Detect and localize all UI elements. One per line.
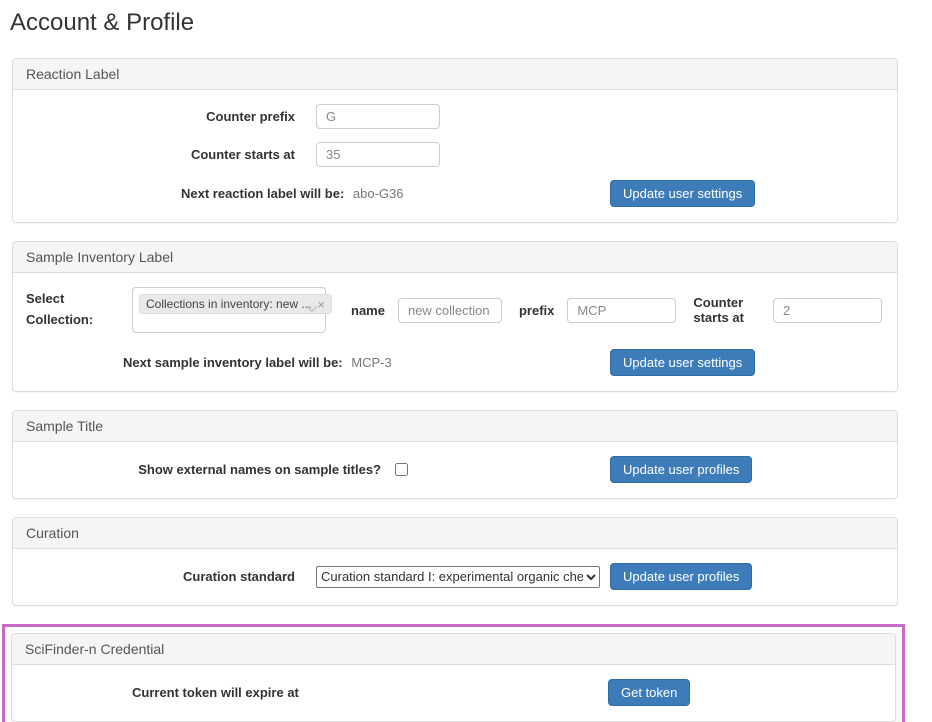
prefix-label: prefix — [519, 303, 554, 318]
update-user-settings-button[interactable]: Update user settings — [610, 349, 755, 376]
next-reaction-label-line: Next reaction label will be: abo-G36 — [181, 186, 404, 201]
name-label: name — [351, 303, 385, 318]
curation-standard-label: Curation standard — [26, 569, 295, 584]
scifinder-highlight-box: SciFinder-n Credential Current token wil… — [2, 624, 905, 722]
next-inventory-value: MCP-3 — [351, 355, 391, 370]
external-names-checkbox[interactable] — [395, 463, 408, 476]
update-user-profiles-button[interactable]: Update user profiles — [610, 563, 752, 590]
counter-prefix-input[interactable] — [316, 104, 440, 129]
counter-starts-input[interactable] — [316, 142, 440, 167]
scifinder-heading: SciFinder-n Credential — [12, 634, 895, 665]
counter-prefix-label: Counter prefix — [26, 109, 295, 124]
reaction-label-body: Counter prefix Counter starts at Next re… — [13, 90, 897, 222]
update-user-settings-button[interactable]: Update user settings — [610, 180, 755, 207]
selected-collection-tag: Collections in inventory: new ... × — [139, 294, 332, 314]
name-input[interactable] — [398, 298, 502, 323]
curation-body: Curation standard Curation standard I: e… — [13, 549, 897, 605]
sample-inventory-heading: Sample Inventory Label — [13, 242, 897, 273]
sample-title-body: Show external names on sample titles? Up… — [13, 442, 897, 498]
page-title: Account & Profile — [10, 9, 932, 37]
scifinder-body: Current token will expire at Get token — [12, 665, 895, 721]
selected-collection-tag-label: Collections in inventory: new ... — [146, 297, 311, 311]
curation-heading: Curation — [13, 518, 897, 549]
curation-standard-select[interactable]: Curation standard I: experimental organi… — [316, 566, 600, 588]
prefix-input[interactable] — [567, 298, 676, 323]
select-collection-label: Select Collection: — [26, 289, 100, 331]
remove-tag-icon[interactable]: × — [317, 298, 325, 311]
settings-panels-container: Reaction Label Counter prefix Counter st… — [12, 58, 898, 722]
panel-curation: Curation Curation standard Curation stan… — [12, 517, 898, 606]
panel-scifinder-credential: SciFinder-n Credential Current token wil… — [11, 633, 896, 722]
panel-sample-title: Sample Title Show external names on samp… — [12, 410, 898, 499]
counter-starts-label: Counter starts at — [26, 147, 295, 162]
next-reaction-label: Next reaction label will be: — [181, 186, 344, 201]
sample-title-heading: Sample Title — [13, 411, 897, 442]
reaction-label-heading: Reaction Label — [13, 59, 897, 90]
sample-inventory-body: Select Collection: Collections in invent… — [13, 273, 897, 391]
inventory-counter-starts-input[interactable] — [773, 298, 882, 323]
inventory-counter-starts-label: Counter starts at — [693, 295, 760, 325]
next-inventory-label-line: Next sample inventory label will be: MCP… — [123, 355, 392, 370]
panel-sample-inventory-label: Sample Inventory Label Select Collection… — [12, 241, 898, 392]
panel-reaction-label: Reaction Label Counter prefix Counter st… — [12, 58, 898, 223]
collection-multiselect[interactable]: Collections in inventory: new ... × — [132, 287, 326, 333]
next-reaction-value: abo-G36 — [353, 186, 404, 201]
get-token-button[interactable]: Get token — [608, 679, 690, 706]
external-names-question-label: Show external names on sample titles? — [26, 462, 381, 477]
next-inventory-label: Next sample inventory label will be: — [123, 355, 343, 370]
current-token-label: Current token will expire at — [132, 685, 299, 700]
update-user-profiles-button[interactable]: Update user profiles — [610, 456, 752, 483]
